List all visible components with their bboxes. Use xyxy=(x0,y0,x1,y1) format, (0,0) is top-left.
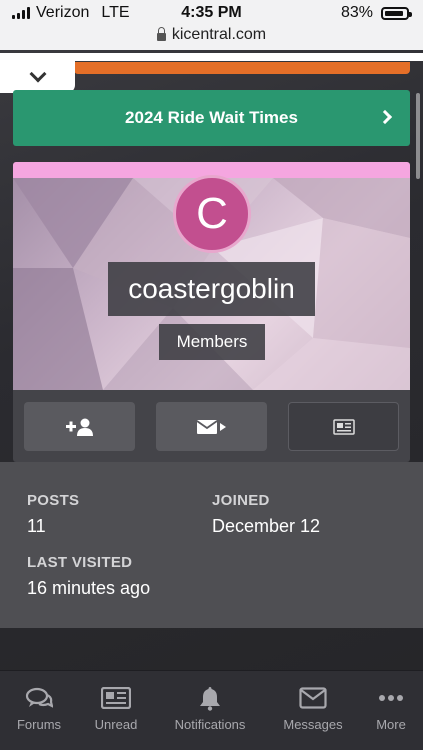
battery-icon xyxy=(381,6,412,20)
newspaper-icon xyxy=(101,687,131,709)
orange-accent-strip xyxy=(74,62,410,74)
profile-username: coastergoblin xyxy=(108,262,315,316)
view-content-button[interactable] xyxy=(288,402,399,451)
avatar-letter: C xyxy=(196,189,228,238)
joined-value: December 12 xyxy=(212,516,321,536)
avatar[interactable]: C xyxy=(173,175,251,253)
tab-more[interactable]: More xyxy=(349,681,423,741)
tab-messages-label: Messages xyxy=(283,717,343,732)
collapse-toggle-button[interactable] xyxy=(0,60,75,93)
chevron-down-icon xyxy=(29,65,46,82)
tab-unread[interactable]: Unread xyxy=(74,681,158,741)
member-group-badge: Members xyxy=(159,324,265,360)
last-visited-value: 16 minutes ago xyxy=(27,578,151,598)
last-visited-label: LAST VISITED xyxy=(27,554,133,571)
add-user-icon xyxy=(65,418,93,436)
chevron-right-icon xyxy=(377,109,393,125)
bell-icon xyxy=(200,687,220,711)
wait-times-label: 2024 Ride Wait Times xyxy=(125,108,298,127)
url-bar[interactable]: kicentral.com xyxy=(0,26,423,44)
follow-user-button[interactable] xyxy=(24,402,135,451)
status-bar: Verizon LTE 4:35 PM 83% kicentral.com xyxy=(0,0,423,50)
posts-value[interactable]: 11 xyxy=(27,516,46,537)
tab-messages[interactable]: Messages xyxy=(271,681,355,741)
url-text: kicentral.com xyxy=(171,26,267,43)
envelope-icon xyxy=(196,419,226,434)
status-right: 83% xyxy=(340,4,412,22)
tab-forums-label: Forums xyxy=(16,717,62,732)
tab-notifications-label: Notifications xyxy=(174,717,246,732)
profile-stats-panel: POSTS 11 JOINED December 12 LAST VISITED… xyxy=(0,462,423,628)
wait-times-button[interactable]: 2024 Ride Wait Times xyxy=(13,90,410,146)
tab-forums[interactable]: Forums xyxy=(0,681,81,741)
bottom-tab-bar: Forums Unread Notifications Messages Mor… xyxy=(0,670,423,750)
page-scrollbar[interactable] xyxy=(416,93,420,179)
message-user-button[interactable] xyxy=(156,402,267,451)
chat-bubbles-icon xyxy=(25,687,53,708)
posts-label: POSTS xyxy=(27,492,80,509)
tab-more-label: More xyxy=(376,717,406,732)
tab-notifications[interactable]: Notifications xyxy=(168,681,252,741)
lock-icon xyxy=(156,27,166,41)
joined-label: JOINED xyxy=(212,492,270,509)
battery-percent: 83% xyxy=(340,4,373,21)
tab-unread-label: Unread xyxy=(94,717,138,732)
newspaper-icon xyxy=(332,418,355,435)
envelope-icon xyxy=(299,687,327,709)
more-dots-icon xyxy=(379,695,403,701)
